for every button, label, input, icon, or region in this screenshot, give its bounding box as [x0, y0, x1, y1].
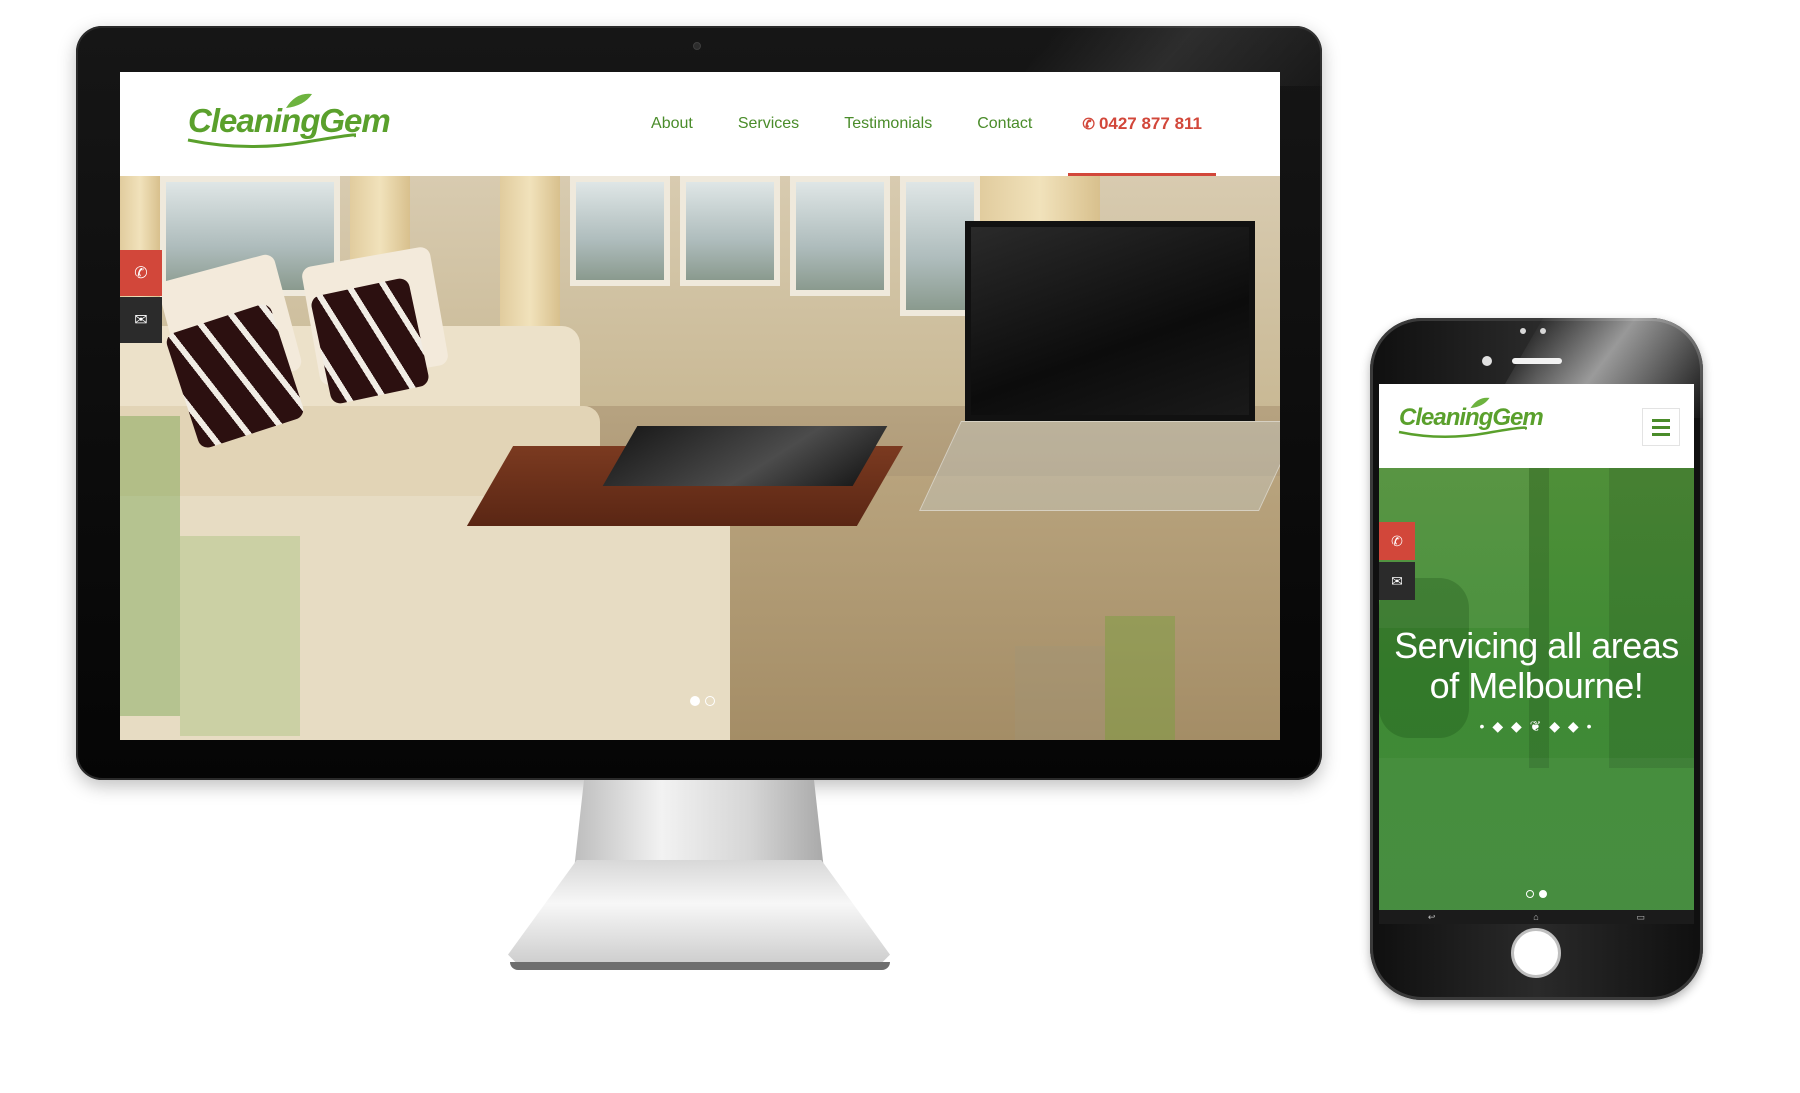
phone-icon: ✆ — [134, 265, 148, 282]
mobile-hero-slider: ✆ ✉ Servicing all areas of Melbourne! • … — [1379, 468, 1694, 924]
hero-slider: ✆ ✉ — [120, 176, 1280, 740]
phone-home-button[interactable] — [1511, 928, 1561, 978]
phone-icon: ✆ — [1391, 532, 1403, 549]
main-navigation: About Services Testimonials Contact ✆ 04… — [606, 72, 1280, 176]
side-call-button[interactable]: ✆ — [120, 250, 162, 296]
site-logo[interactable]: CleaningGem — [187, 93, 391, 149]
slider-dot-2[interactable] — [705, 696, 715, 706]
mobile-header: CleaningGem — [1379, 384, 1694, 468]
nav-phone-number: 0427 877 811 — [1098, 114, 1202, 133]
desktop-header: CleaningGem About Services Testimonials … — [120, 72, 1280, 176]
nav-about[interactable]: About — [651, 115, 693, 133]
home-icon[interactable]: ⌂ — [1533, 912, 1538, 922]
slider-pagination — [690, 696, 715, 706]
mobile-side-email-button[interactable]: ✉ — [1379, 562, 1415, 600]
mobile-side-call-button[interactable]: ✆ — [1379, 522, 1415, 560]
leaf-divider-icon: • ◆ ◆ ❦ ◆ ◆ • — [1479, 718, 1594, 734]
nav-testimonials[interactable]: Testimonials — [844, 115, 932, 133]
android-navigation-bar: ↩ ⌂ ▭ — [1379, 910, 1694, 924]
webcam — [693, 42, 701, 50]
mobile-phone-mockup: CleaningGem ✆ ✉ Servicing all areas of M… — [1370, 318, 1703, 1000]
phone-icon: ✆ — [1082, 116, 1095, 133]
logo-swoosh-icon — [1398, 426, 1527, 438]
envelope-icon: ✉ — [1391, 572, 1403, 589]
mobile-hero-heading: Servicing all areas of Melbourne! — [1394, 625, 1679, 706]
tv-image — [965, 221, 1255, 421]
nav-contact[interactable]: Contact — [977, 115, 1032, 133]
logo-leaf-icon — [286, 93, 312, 108]
desktop-monitor-mockup: CleaningGem About Services Testimonials … — [76, 26, 1322, 780]
logo-leaf-icon — [1470, 397, 1490, 409]
mobile-screen: CleaningGem ✆ ✉ Servicing all areas of M… — [1379, 384, 1694, 924]
hamburger-menu-icon[interactable] — [1642, 408, 1680, 446]
recents-icon[interactable]: ▭ — [1637, 912, 1646, 923]
mobile-site-logo[interactable]: CleaningGem — [1398, 397, 1544, 438]
slider-dot-2[interactable] — [1539, 890, 1547, 898]
earpiece-speaker — [1512, 358, 1562, 364]
side-email-button[interactable]: ✉ — [120, 297, 162, 343]
monitor-stand-base — [508, 860, 890, 970]
logo-swoosh-icon — [187, 133, 356, 149]
envelope-icon: ✉ — [134, 312, 148, 329]
back-icon[interactable]: ↩ — [1428, 912, 1436, 923]
nav-services[interactable]: Services — [738, 115, 799, 133]
slider-dot-1[interactable] — [1526, 890, 1534, 898]
monitor-stand-neck — [574, 780, 824, 870]
mobile-slider-pagination — [1526, 890, 1547, 898]
slider-dot-1[interactable] — [690, 696, 700, 706]
front-camera — [1482, 356, 1492, 366]
desktop-screen: CleaningGem About Services Testimonials … — [120, 72, 1280, 740]
nav-phone-link[interactable]: ✆ 0427 877 811 — [1068, 72, 1216, 176]
